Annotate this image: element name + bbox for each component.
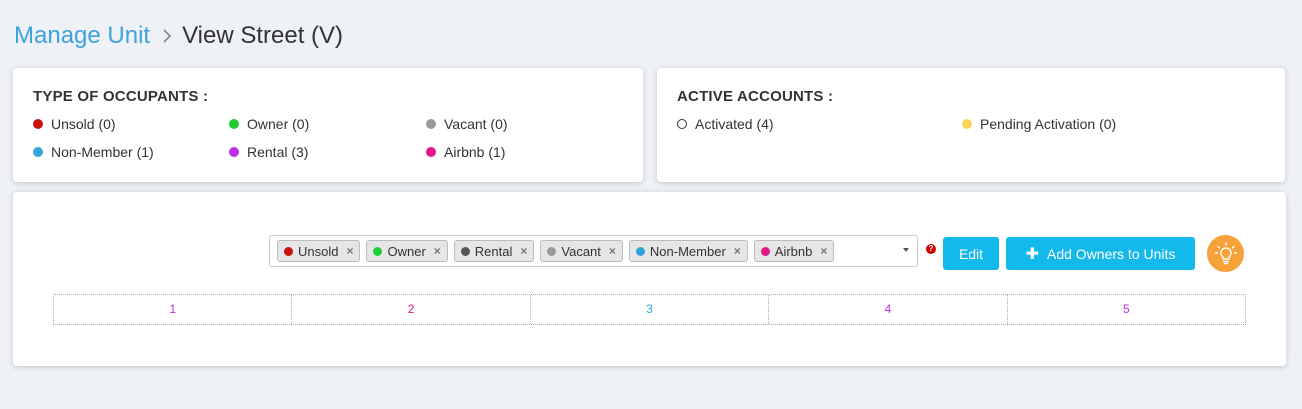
airbnb-dot-icon <box>426 147 436 157</box>
legend-label: Activated (4) <box>695 116 774 132</box>
breadcrumb-manage-unit-link[interactable]: Manage Unit <box>14 20 150 52</box>
non-member-dot-icon <box>33 147 43 157</box>
unit-cell-1[interactable]: 1 <box>54 295 293 324</box>
legend-label: Non-Member (1) <box>51 144 154 160</box>
unit-grid: 1 2 3 4 5 <box>53 294 1246 325</box>
legend-item-pending-activation: Pending Activation (0) <box>962 115 1116 133</box>
remove-tag-icon[interactable]: × <box>609 244 616 258</box>
tag-label: Unsold <box>298 243 339 259</box>
non-member-dot-icon <box>635 246 645 256</box>
filter-tag-non-member: Non-Member × <box>628 240 748 262</box>
lightbulb-icon[interactable] <box>1207 235 1244 272</box>
unsold-dot-icon <box>33 119 43 129</box>
occupants-title: TYPE OF OCCUPANTS : <box>33 88 209 105</box>
remove-tag-icon[interactable]: × <box>520 244 527 258</box>
tag-label: Non-Member <box>649 243 726 259</box>
add-owners-button[interactable]: ✚ Add Owners to Units <box>1006 237 1195 270</box>
vacant-dot-icon <box>426 119 436 129</box>
unit-cell-4[interactable]: 4 <box>769 295 1008 324</box>
add-owners-button-label: Add Owners to Units <box>1047 245 1176 262</box>
active-accounts-card: ACTIVE ACCOUNTS : Activated (4) Pending … <box>657 68 1285 182</box>
remove-tag-icon[interactable]: × <box>434 244 441 258</box>
dropdown-caret-icon[interactable] <box>903 248 909 252</box>
plus-icon: ✚ <box>1025 245 1039 263</box>
legend-item-non-member: Non-Member (1) <box>33 143 154 161</box>
unit-cell-3[interactable]: 3 <box>531 295 770 324</box>
remove-tag-icon[interactable]: × <box>734 244 741 258</box>
occupants-legend-card: TYPE OF OCCUPANTS : Unsold (0) Owner (0)… <box>13 68 643 182</box>
legend-label: Unsold (0) <box>51 116 116 132</box>
edit-button-label: Edit <box>958 245 984 262</box>
unsold-dot-icon <box>284 246 293 256</box>
legend-label: Owner (0) <box>247 116 310 132</box>
legend-item-owner: Owner (0) <box>229 115 309 133</box>
airbnb-dot-icon <box>760 246 770 256</box>
filter-tag-owner: Owner × <box>366 240 448 262</box>
owner-dot-icon <box>373 246 383 256</box>
filter-tag-unsold: Unsold × <box>277 240 361 262</box>
unit-cell-5[interactable]: 5 <box>1008 295 1245 324</box>
occupant-filter-select[interactable]: Unsold × Owner × Rental × Vacant × Non-M… <box>269 235 918 267</box>
tag-label: Vacant <box>561 243 601 259</box>
legend-item-rental: Rental (3) <box>229 143 308 161</box>
legend-label: Vacant (0) <box>444 116 508 132</box>
help-icon[interactable]: ? <box>926 244 936 254</box>
legend-item-vacant: Vacant (0) <box>426 115 508 133</box>
edit-button[interactable]: Edit <box>943 237 999 270</box>
filter-tag-vacant: Vacant × <box>540 240 623 262</box>
filter-tag-rental: Rental × <box>453 240 535 262</box>
owner-dot-icon <box>229 119 239 129</box>
vacant-dot-icon <box>547 246 557 256</box>
units-panel: Unsold × Owner × Rental × Vacant × Non-M… <box>13 192 1286 366</box>
unit-cell-2[interactable]: 2 <box>292 295 531 324</box>
legend-label: Pending Activation (0) <box>980 116 1117 132</box>
legend-label: Rental (3) <box>247 144 309 160</box>
legend-item-unsold: Unsold (0) <box>33 115 116 133</box>
pending-dot-icon <box>962 119 972 129</box>
filter-tag-airbnb: Airbnb × <box>753 240 835 262</box>
activated-dot-icon <box>677 119 687 129</box>
remove-tag-icon[interactable]: × <box>346 244 353 258</box>
legend-label: Airbnb (1) <box>444 144 506 160</box>
accounts-title: ACTIVE ACCOUNTS : <box>677 88 834 105</box>
remove-tag-icon[interactable]: × <box>820 244 827 258</box>
tag-label: Owner <box>387 243 426 259</box>
page-title: View Street (V) <box>182 22 344 49</box>
tag-label: Airbnb <box>774 243 813 259</box>
legend-item-airbnb: Airbnb (1) <box>426 143 505 161</box>
breadcrumb: Manage Unit View Street (V) <box>14 20 343 52</box>
chevron-right-icon <box>162 28 172 44</box>
tag-label: Rental <box>474 243 513 259</box>
rental-dot-icon <box>229 147 239 157</box>
rental-dot-icon <box>460 246 470 256</box>
legend-item-activated: Activated (4) <box>677 115 774 133</box>
